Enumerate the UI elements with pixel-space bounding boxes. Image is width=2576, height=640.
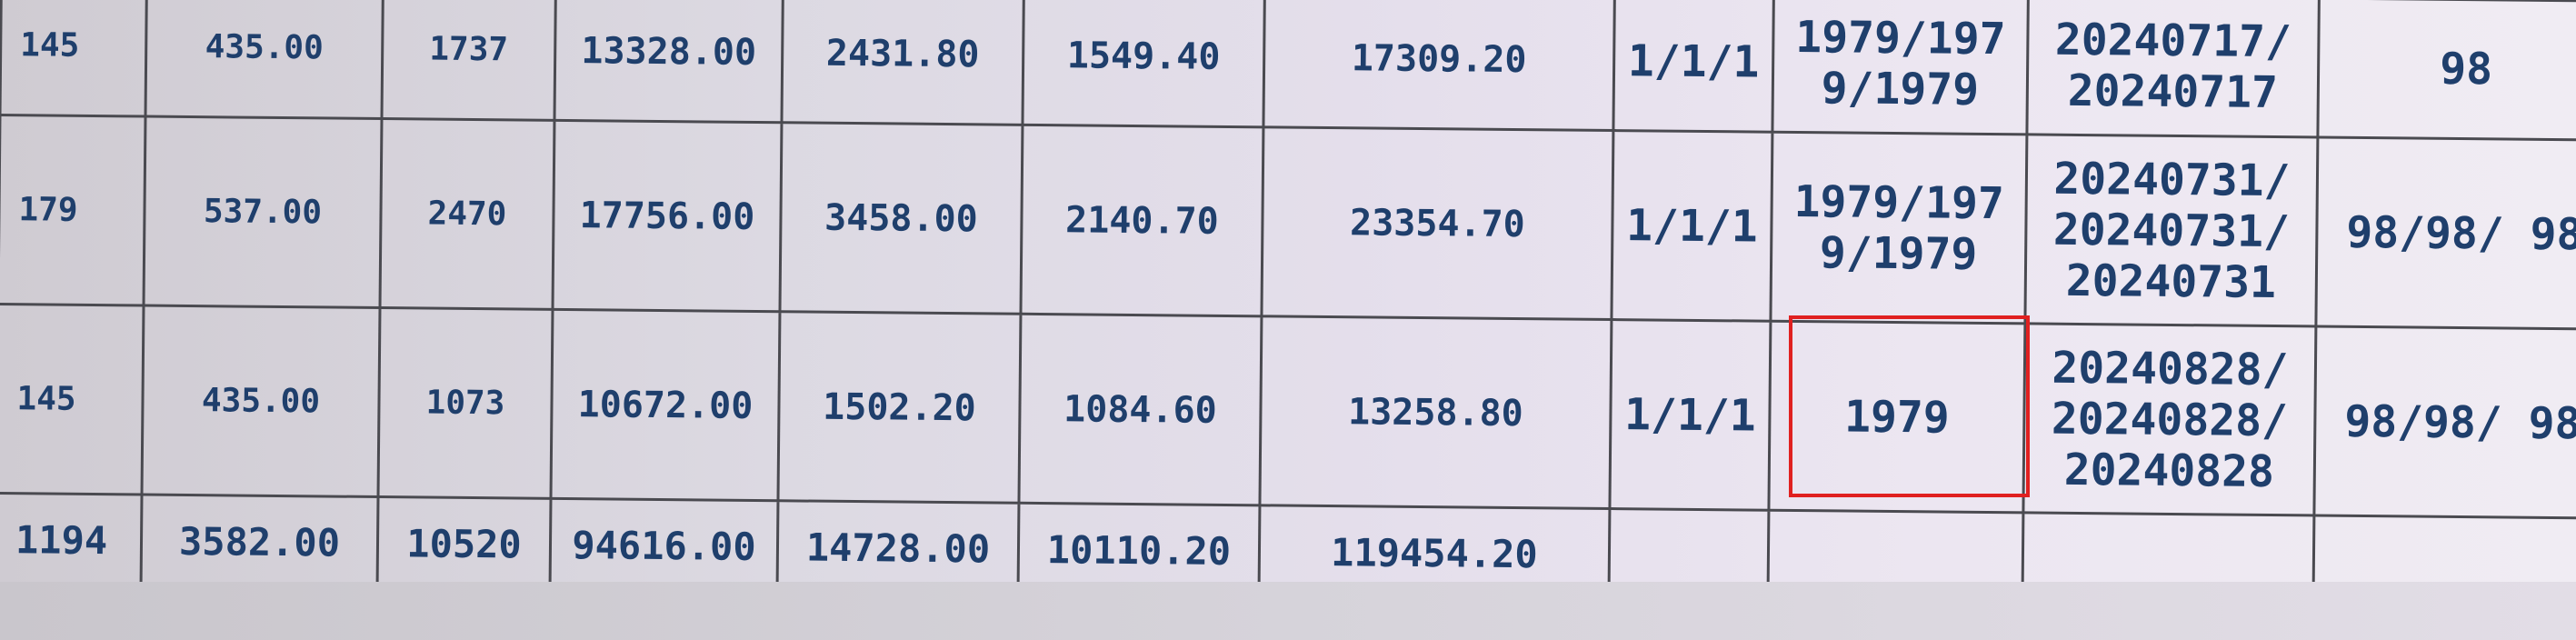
sheet: 145 435.00 1737 13328.00 2431.80 1549.40… [0, 0, 2576, 636]
table-cell: 20240731/ 20240731/ 20240731 [2024, 134, 2318, 326]
table-cell: 10520 [377, 496, 551, 593]
table-cell: 20240717/ 20240717 [2026, 0, 2320, 137]
photographed-spreadsheet: 145 435.00 1737 13328.00 2431.80 1549.40… [0, 0, 2576, 640]
table-cell: 1549.40 [1022, 0, 1265, 127]
table-cell: 145 [0, 304, 145, 495]
table-cell: 2140.70 [1020, 125, 1263, 316]
table-cell: 3582.00 [141, 495, 379, 591]
table-cell: 94616.00 [550, 498, 778, 595]
table-cell: 1/1/1 [1609, 319, 1771, 511]
table-cell: 13328.00 [554, 0, 784, 123]
table-cell: 2431.80 [781, 0, 1024, 125]
table-cell: 1194 [0, 493, 143, 589]
table-cell: 1502.20 [777, 311, 1021, 504]
table-row: 145 435.00 1073 10672.00 1502.20 1084.60… [0, 304, 2576, 519]
table-cell: 3458.00 [779, 122, 1023, 315]
table-cell: 1979/197 9/1979 [1772, 0, 2029, 135]
table-cell: 23354.70 [1261, 126, 1613, 320]
table-cell: 1084.60 [1018, 314, 1262, 505]
table-cell: 435.00 [142, 305, 381, 497]
red-highlight-box [1789, 315, 2030, 497]
table-cell: 179 [0, 115, 146, 306]
table-cell: 98/98/ 98 [2315, 136, 2576, 330]
table-cell: 1737 [381, 0, 556, 121]
table-cell: 537.00 [144, 116, 382, 308]
table-cell: 20240828/ 20240828/ 20240828 [2022, 323, 2316, 515]
data-table: 145 435.00 1737 13328.00 2431.80 1549.40… [0, 0, 2576, 614]
table-cell: 1073 [378, 307, 553, 499]
table-cell: 98 [2317, 0, 2576, 141]
table-cell: 13258.80 [1259, 315, 1612, 509]
page-margin [0, 582, 2576, 640]
table-row: 179 537.00 2470 17756.00 3458.00 2140.70… [0, 115, 2576, 330]
table-cell: 1/1/1 [1612, 0, 1774, 133]
table-cell: 17756.00 [552, 120, 782, 312]
table-cell: 1979/197 9/1979 [1770, 132, 2027, 324]
table-cell: 10672.00 [550, 309, 780, 501]
table-cell: 145 [0, 0, 147, 117]
table-cell: 17309.20 [1263, 0, 1615, 131]
table-cell: 1/1/1 [1611, 130, 1772, 322]
table-cell: 2470 [380, 118, 554, 310]
table-cell: 435.00 [145, 0, 384, 119]
table-cell: 98/98/ 98 [2313, 325, 2576, 519]
